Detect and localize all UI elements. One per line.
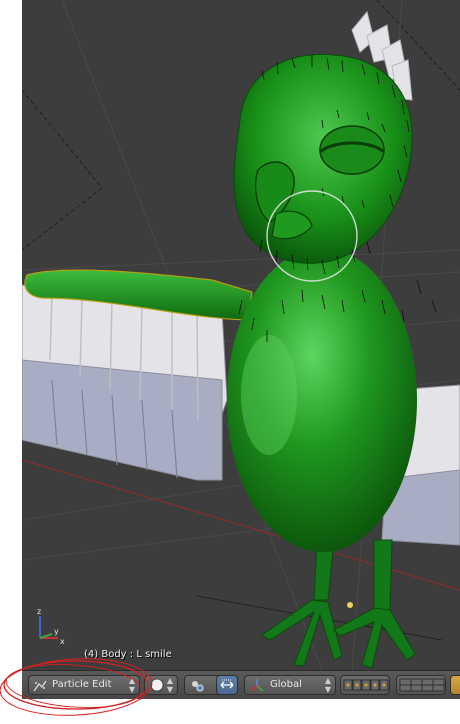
transform-orientation-select[interactable]: Global ▲ ▼: [244, 675, 336, 695]
3d-cursor: [347, 602, 353, 608]
axis-gizmo: z x y: [30, 606, 70, 652]
layers-grid-icon: [399, 678, 445, 692]
transform-orientation-label: Global: [270, 679, 302, 690]
scene-render: [22, 0, 460, 670]
particle-select-mode-group[interactable]: [340, 675, 390, 695]
pivot-point-icon: [192, 681, 204, 692]
gizmo-label-z: z: [37, 607, 41, 616]
render-button[interactable]: [450, 675, 460, 695]
3d-viewport[interactable]: z x y (4) Body : L smile: [22, 0, 460, 670]
updown-arrows-icon: ▲ ▼: [166, 676, 173, 694]
layers-buttons[interactable]: [396, 675, 446, 695]
updown-arrows-icon: ▲ ▼: [324, 676, 331, 694]
transform-orientation-icon: [250, 679, 264, 692]
manipulator-arrows-icon: [220, 679, 234, 689]
gizmo-label-y: y: [54, 627, 59, 636]
gizmo-label-x: x: [60, 637, 65, 646]
manipulator-toggle[interactable]: [216, 675, 238, 695]
path-select-mode-icon: [343, 679, 389, 691]
bird-eye: [319, 125, 385, 175]
red-circle-annotation: [0, 658, 153, 716]
bird-legs: [261, 539, 416, 669]
